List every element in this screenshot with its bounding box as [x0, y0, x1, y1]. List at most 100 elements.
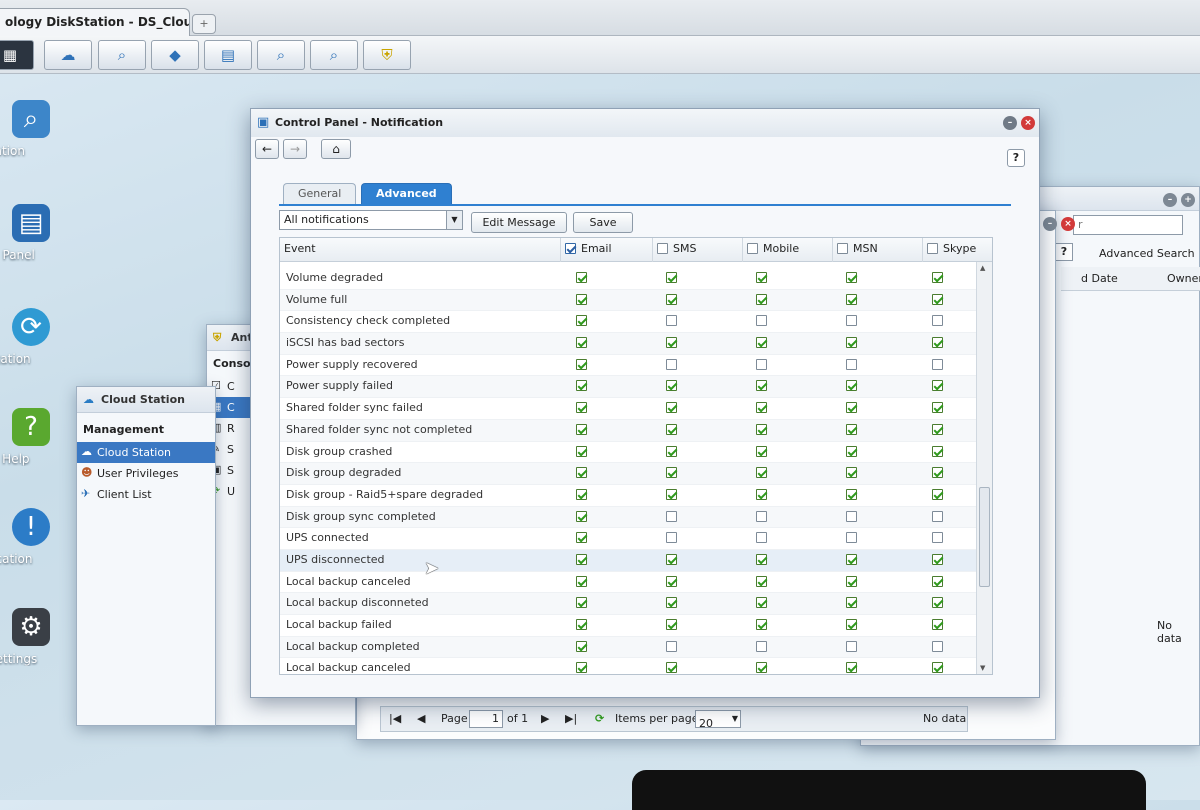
cloud-station-task-button[interactable]: ☁ [44, 40, 92, 70]
sms-checkbox[interactable] [666, 488, 677, 500]
mobile-checkbox[interactable] [756, 575, 767, 587]
desktop-icon-settings[interactable]: ⚙ Settings [0, 608, 76, 666]
sms-checkbox[interactable] [666, 423, 677, 435]
table-row[interactable]: Volume degraded [280, 268, 978, 290]
table-row[interactable]: Disk group sync completed [280, 506, 978, 529]
task-button-5[interactable]: ⌕ [257, 40, 305, 70]
skype-checkbox[interactable] [932, 402, 943, 414]
table-row[interactable]: Disk group crashed [280, 442, 978, 464]
help-button[interactable]: ? [1055, 243, 1073, 261]
prev-page-button[interactable]: ◀ [417, 712, 425, 725]
sms-checkbox[interactable] [666, 553, 677, 565]
bg-close-button[interactable]: × [1061, 217, 1075, 231]
email-checkbox[interactable] [576, 597, 587, 609]
email-checkbox[interactable] [576, 619, 587, 630]
scroll-down-icon[interactable]: ▼ [980, 664, 985, 672]
email-checkbox[interactable] [576, 380, 587, 392]
sms-checkbox[interactable] [666, 315, 677, 327]
owner-column-header[interactable]: Owner [1167, 272, 1200, 285]
tab-advanced[interactable]: Advanced [361, 183, 452, 204]
table-row[interactable]: iSCSI has bad sectors [280, 333, 978, 355]
msn-checkbox[interactable] [846, 619, 857, 630]
sms-checkbox[interactable] [666, 597, 677, 609]
email-checkbox[interactable] [576, 553, 587, 565]
sms-checkbox[interactable] [666, 380, 677, 392]
browser-tab[interactable]: ology DiskStation - DS_CloudStati... [0, 8, 190, 36]
mobile-checkbox[interactable] [756, 402, 767, 414]
mobile-checkbox[interactable] [756, 272, 767, 283]
msn-checkbox[interactable] [846, 380, 857, 392]
table-row[interactable]: Shared folder sync not completed [280, 419, 978, 442]
mobile-checkbox[interactable] [756, 532, 767, 544]
skype-checkbox[interactable] [932, 272, 943, 283]
desktop-icon-notification[interactable]: ! fication [0, 508, 76, 566]
sms-checkbox[interactable] [666, 337, 677, 349]
skype-checkbox[interactable] [932, 619, 943, 630]
table-row[interactable]: Local backup failed [280, 615, 978, 637]
skype-checkbox[interactable] [932, 532, 943, 544]
msn-checkbox[interactable] [846, 575, 857, 587]
tab-general[interactable]: General [283, 183, 357, 204]
msn-checkbox[interactable] [846, 597, 857, 609]
desktop-icon-application[interactable]: ⌕ cation [0, 100, 76, 158]
scrollbar-thumb[interactable] [979, 487, 990, 587]
email-checkbox[interactable] [576, 575, 587, 587]
event-column-header[interactable]: Event [280, 238, 560, 262]
mobile-checkbox[interactable] [756, 337, 767, 349]
msn-checkbox[interactable] [846, 662, 857, 674]
vertical-scrollbar[interactable]: ▲ ▼ [976, 262, 992, 674]
task-button-6[interactable]: ⌕ [310, 40, 358, 70]
skype-checkbox[interactable] [932, 293, 943, 305]
table-row[interactable]: Shared folder sync failed [280, 398, 978, 420]
msn-checkbox[interactable] [846, 423, 857, 435]
skype-checkbox[interactable] [932, 553, 943, 565]
mobile-checkbox[interactable] [756, 315, 767, 327]
email-checkbox[interactable] [576, 510, 587, 522]
new-tab-button[interactable]: + [192, 14, 216, 34]
email-checkbox[interactable] [576, 662, 587, 674]
skype-all-checkbox[interactable] [927, 243, 938, 254]
last-page-button[interactable]: ▶| [565, 712, 577, 725]
mobile-checkbox[interactable] [756, 380, 767, 392]
mobile-checkbox[interactable] [756, 358, 767, 370]
sms-checkbox[interactable] [666, 358, 677, 370]
msn-checkbox[interactable] [846, 445, 857, 457]
control-panel-task-button[interactable]: ▤ [204, 40, 252, 70]
sms-all-checkbox[interactable] [657, 243, 668, 254]
sms-checkbox[interactable] [666, 293, 677, 305]
save-button[interactable]: Save [573, 212, 633, 233]
skype-checkbox[interactable] [932, 358, 943, 370]
skype-checkbox[interactable] [932, 510, 943, 522]
mobile-checkbox[interactable] [756, 423, 767, 435]
table-row[interactable]: Local backup disconneted [280, 593, 978, 615]
notification-filter-select[interactable]: All notifications ▼ [279, 210, 463, 230]
maximize-button[interactable]: + [1181, 193, 1195, 207]
task-button-3[interactable]: ◆ [151, 40, 199, 70]
mobile-checkbox[interactable] [756, 597, 767, 609]
forward-button[interactable]: → [283, 139, 307, 159]
table-row[interactable]: Volume full [280, 289, 978, 312]
mobile-checkbox[interactable] [756, 445, 767, 457]
desktop-icon-help[interactable]: ? M Help [0, 408, 76, 466]
msn-checkbox[interactable] [846, 488, 857, 500]
table-row[interactable]: UPS disconnected [280, 549, 978, 572]
email-checkbox[interactable] [576, 423, 587, 435]
antivirus-task-button[interactable]: ⛨ [363, 40, 411, 70]
email-checkbox[interactable] [576, 467, 587, 479]
table-row[interactable]: Power supply recovered [280, 355, 978, 377]
table-row[interactable]: Consistency check completed [280, 311, 978, 334]
desktop-icon-control-panel[interactable]: ▤ ol Panel [0, 204, 76, 262]
home-button[interactable]: ⌂ [321, 139, 351, 159]
skype-checkbox[interactable] [932, 337, 943, 349]
mobile-all-checkbox[interactable] [747, 243, 758, 254]
minimize-button[interactable]: – [1163, 193, 1177, 207]
search-input[interactable]: r [1073, 215, 1183, 235]
next-page-button[interactable]: ▶ [541, 712, 549, 725]
email-checkbox[interactable] [576, 445, 587, 457]
desktop-icon-cloud-station[interactable]: ⟳ Station [0, 308, 76, 366]
task-button-2[interactable]: ⌕ [98, 40, 146, 70]
sms-checkbox[interactable] [666, 510, 677, 522]
msn-checkbox[interactable] [846, 467, 857, 479]
table-row[interactable]: Local backup canceled [280, 572, 978, 594]
msn-checkbox[interactable] [846, 315, 857, 327]
